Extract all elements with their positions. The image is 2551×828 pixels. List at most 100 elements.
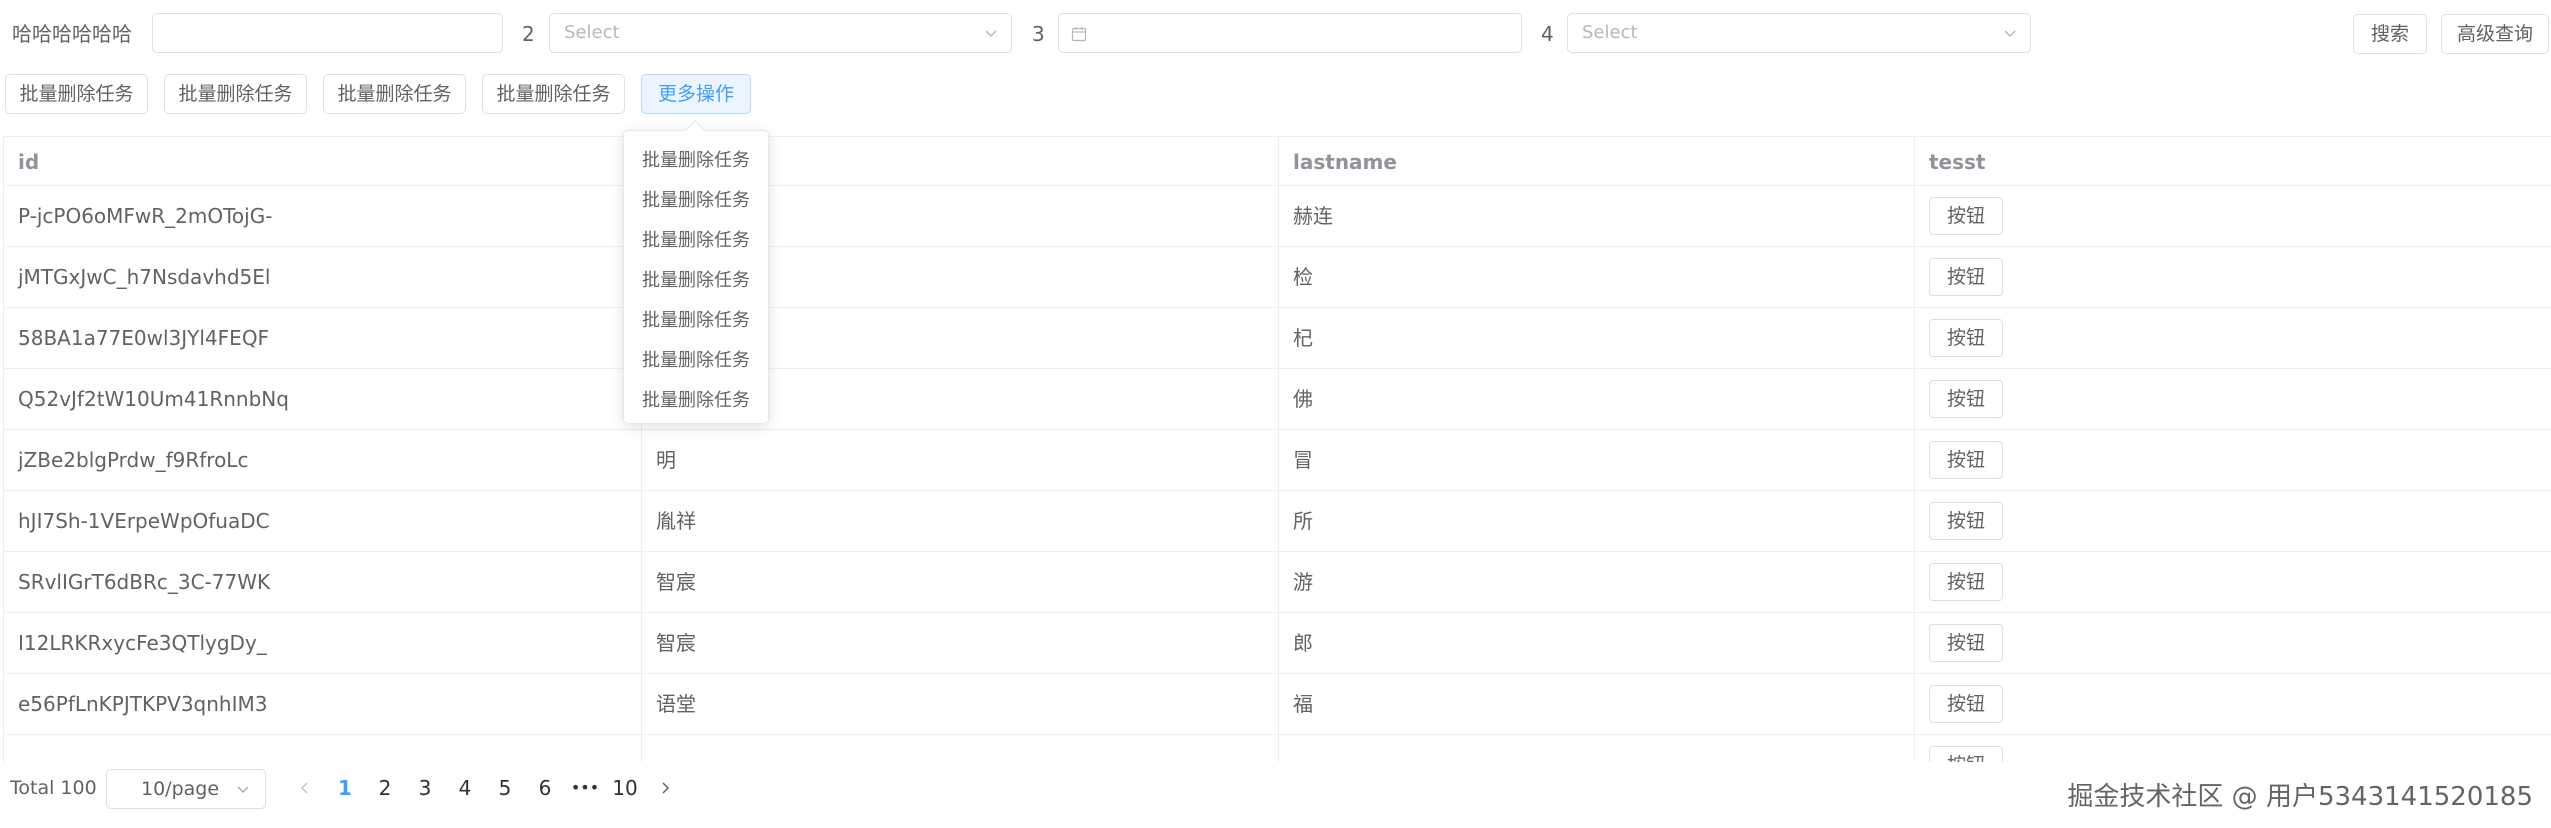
page-5[interactable]: 5 [485, 762, 525, 814]
chevron-down-icon [237, 786, 249, 794]
dropdown-arrow [685, 120, 705, 140]
dropdown-item[interactable]: 批量删除任务 [624, 181, 768, 221]
batch-delete-button-1[interactable]: 批量删除任务 [5, 74, 148, 114]
prev-page-icon[interactable] [299, 782, 311, 794]
cell-action: 按钮 [1915, 369, 2551, 430]
cell-id: I12LRKRxycFe3QTlygDy_ [4, 613, 642, 674]
table-row: I12LRKRxycFe3QTlygDy_ 智宸 郎 按钮 [4, 613, 2551, 674]
cell-lastname: 福 [1279, 674, 1915, 735]
page-6[interactable]: 6 [525, 762, 565, 814]
cell-firstname: 智宸 [642, 613, 1279, 674]
cell-firstname: 语堂 [642, 674, 1279, 735]
cell-lastname: 郎 [1279, 613, 1915, 674]
cell-id: e56PfLnKPJTKPV3qnhIM3 [4, 674, 642, 735]
cell-action: 按钮 [1915, 491, 2551, 552]
advanced-search-button[interactable]: 高级查询 [2441, 14, 2549, 54]
page-1[interactable]: 1 [325, 762, 365, 814]
cell-action: 按钮 [1915, 247, 2551, 308]
row-action-button[interactable]: 按钮 [1929, 746, 2003, 762]
batch-delete-button-4[interactable]: 批量删除任务 [482, 74, 625, 114]
row-action-button[interactable]: 按钮 [1929, 502, 2003, 540]
text-input-1[interactable] [152, 13, 503, 53]
batch-delete-button-2[interactable]: 批量删除任务 [164, 74, 307, 114]
dropdown-item[interactable]: 批量删除任务 [624, 261, 768, 301]
cell-firstname: 智宸 [642, 552, 1279, 613]
row-action-button[interactable]: 按钮 [1929, 685, 2003, 723]
page-size-value: 10/page [141, 778, 220, 800]
cell-action: 按钮 [1915, 186, 2551, 247]
chevron-down-icon [2004, 30, 2016, 38]
cell-action: 按钮 [1915, 735, 2551, 762]
page-4[interactable]: 4 [445, 762, 485, 814]
more-actions-button[interactable]: 更多操作 [641, 74, 751, 114]
table-row: jZBe2blgPrdw_f9RfroLc 明 冒 按钮 [4, 430, 2551, 491]
table-header: id lastname tesst [4, 136, 2551, 187]
calendar-icon [1071, 27, 1087, 42]
table-row: 按钮 [4, 735, 2551, 762]
cell-lastname [1279, 735, 1915, 762]
dropdown-item[interactable]: 批量删除任务 [624, 221, 768, 261]
dropdown-item[interactable]: 批量删除任务 [624, 341, 768, 381]
form-label-2: 2 [522, 22, 535, 46]
row-action-button[interactable]: 按钮 [1929, 624, 2003, 662]
cell-firstname: 胤祥 [642, 491, 1279, 552]
select-4[interactable]: Select [1567, 13, 2031, 53]
search-form: 哈哈哈哈哈哈 2 Select 3 4 Select 搜索 高级查询 [0, 13, 2551, 55]
more-actions-dropdown: 批量删除任务 批量删除任务 批量删除任务 批量删除任务 批量删除任务 批量删除任… [623, 120, 769, 424]
form-label-1: 哈哈哈哈哈哈 [12, 22, 132, 46]
cell-action: 按钮 [1915, 308, 2551, 369]
column-header-lastname: lastname [1279, 137, 1915, 187]
row-action-button[interactable]: 按钮 [1929, 197, 2003, 235]
table-row: SRvlIGrT6dBRc_3C-77WK 智宸 游 按钮 [4, 552, 2551, 613]
table-row: e56PfLnKPJTKPV3qnhIM3 语堂 福 按钮 [4, 674, 2551, 735]
table-row: P-jcPO6oMFwR_2mOTojG- 赫连 按钮 [4, 186, 2551, 247]
pagination-total: Total 100 [10, 777, 97, 799]
cell-action: 按钮 [1915, 613, 2551, 674]
column-header-id: id [4, 137, 642, 187]
cell-id: jMTGxJwC_h7Nsdavhd5El [4, 247, 642, 308]
page-3[interactable]: 3 [405, 762, 445, 814]
more-pages-icon[interactable]: ••• [565, 762, 605, 814]
form-label-3: 3 [1032, 22, 1045, 46]
date-picker-3[interactable] [1058, 13, 1522, 53]
cell-id: P-jcPO6oMFwR_2mOTojG- [4, 186, 642, 247]
cell-lastname: 杞 [1279, 308, 1915, 369]
cell-lastname: 检 [1279, 247, 1915, 308]
column-header-tesst: tesst [1929, 150, 1986, 174]
cell-id: Q52vJf2tW10Um41RnnbNq [4, 369, 642, 430]
row-action-button[interactable]: 按钮 [1929, 563, 2003, 601]
dropdown-item[interactable]: 批量删除任务 [624, 301, 768, 341]
page-10[interactable]: 10 [605, 762, 645, 814]
select-2-placeholder: Select [564, 22, 620, 43]
cell-lastname: 所 [1279, 491, 1915, 552]
row-action-button[interactable]: 按钮 [1929, 441, 2003, 479]
batch-delete-button-3[interactable]: 批量删除任务 [323, 74, 466, 114]
table-row: jMTGxJwC_h7Nsdavhd5El 检 按钮 [4, 247, 2551, 308]
table-row: hJI7Sh-1VErpeWpOfuaDC 胤祥 所 按钮 [4, 491, 2551, 552]
dropdown-item[interactable]: 批量删除任务 [624, 141, 768, 181]
row-action-button[interactable]: 按钮 [1929, 258, 2003, 296]
cell-id: jZBe2blgPrdw_f9RfroLc [4, 430, 642, 491]
row-action-button[interactable]: 按钮 [1929, 380, 2003, 418]
form-label-4: 4 [1541, 22, 1554, 46]
cell-id: 58BA1a77E0wl3JYl4FEQF [4, 308, 642, 369]
cell-firstname: 明 [642, 430, 1279, 491]
table-row: 58BA1a77E0wl3JYl4FEQF 杞 按钮 [4, 308, 2551, 369]
dropdown-item[interactable]: 批量删除任务 [624, 381, 768, 421]
table-row: Q52vJf2tW10Um41RnnbNq 佛 按钮 [4, 369, 2551, 430]
select-2[interactable]: Select [549, 13, 1012, 53]
data-table: id lastname tesst P-jcPO6oMFwR_2mOTojG- … [3, 136, 2551, 762]
cell-lastname: 游 [1279, 552, 1915, 613]
cell-action: 按钮 [1915, 674, 2551, 735]
chevron-down-icon [985, 30, 997, 38]
next-page-icon[interactable] [659, 782, 671, 794]
page-size-select[interactable]: 10/page [106, 769, 266, 809]
cell-id: hJI7Sh-1VErpeWpOfuaDC [4, 491, 642, 552]
page-2[interactable]: 2 [365, 762, 405, 814]
cell-lastname: 赫连 [1279, 186, 1915, 247]
cell-lastname: 冒 [1279, 430, 1915, 491]
search-button[interactable]: 搜索 [2353, 14, 2427, 54]
cell-id: SRvlIGrT6dBRc_3C-77WK [4, 552, 642, 613]
cell-action: 按钮 [1915, 552, 2551, 613]
row-action-button[interactable]: 按钮 [1929, 319, 2003, 357]
